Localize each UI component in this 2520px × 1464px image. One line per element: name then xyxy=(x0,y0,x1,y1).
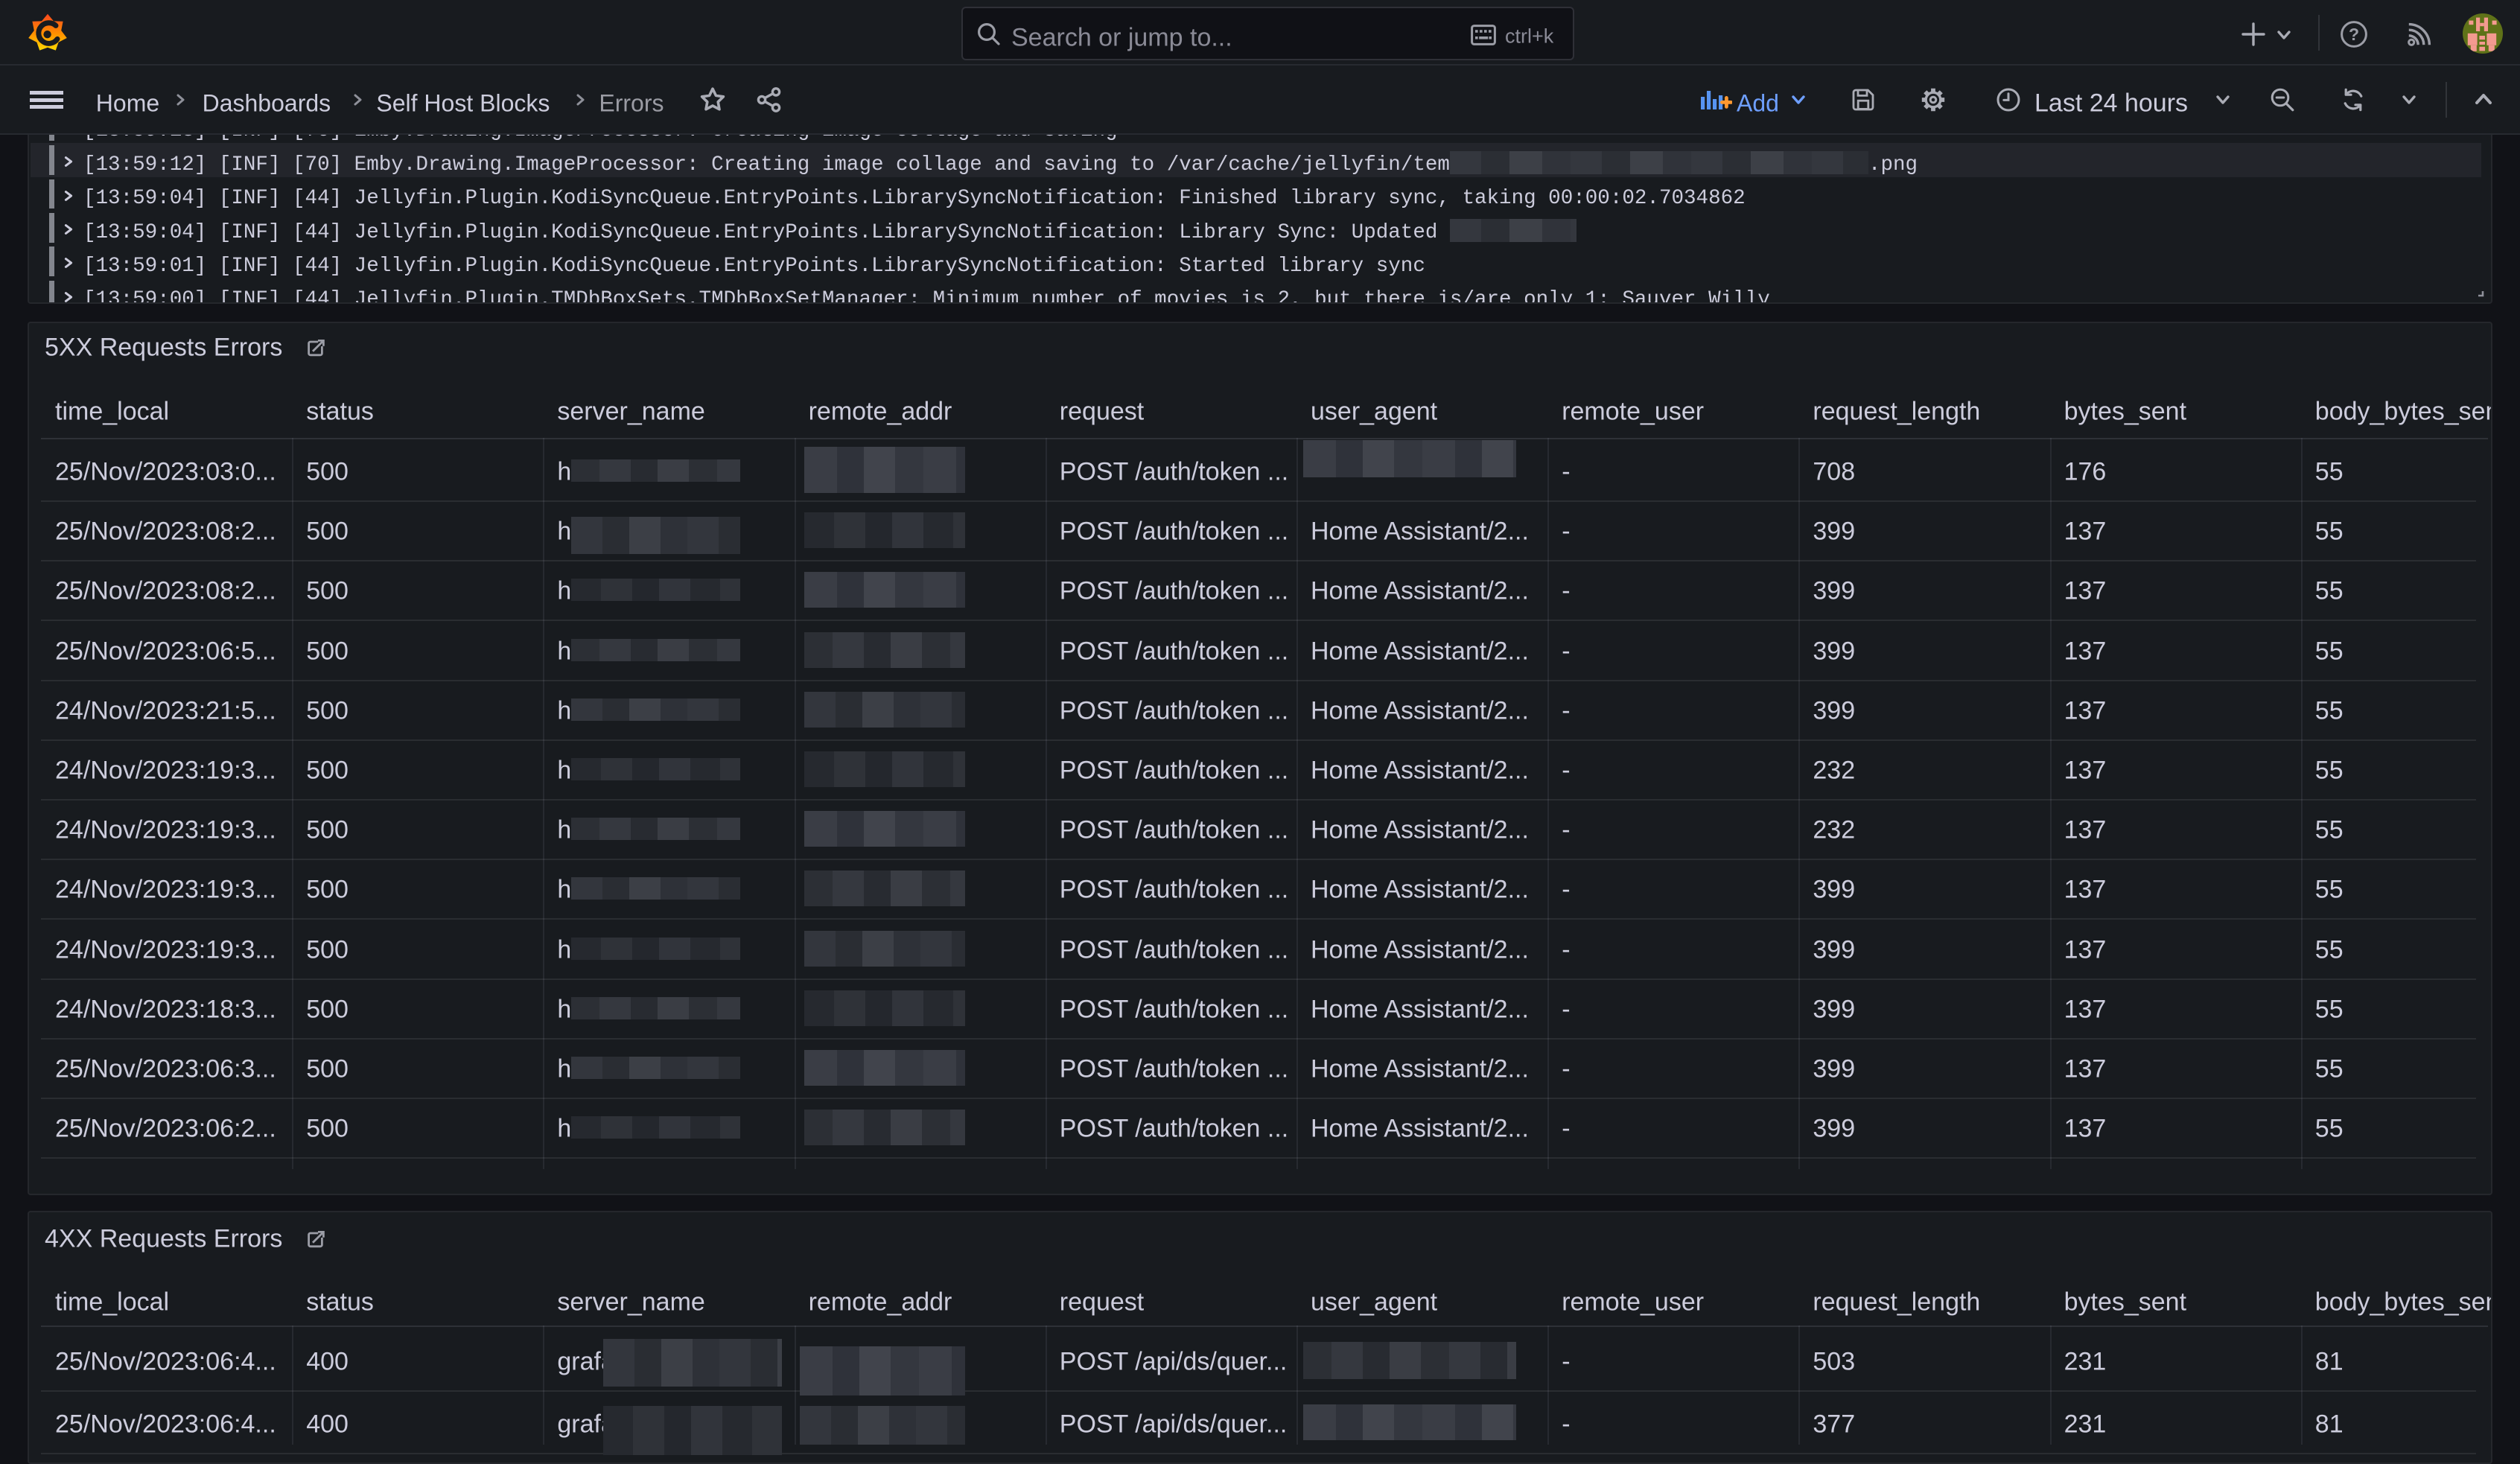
svg-text:?: ? xyxy=(2349,25,2359,44)
